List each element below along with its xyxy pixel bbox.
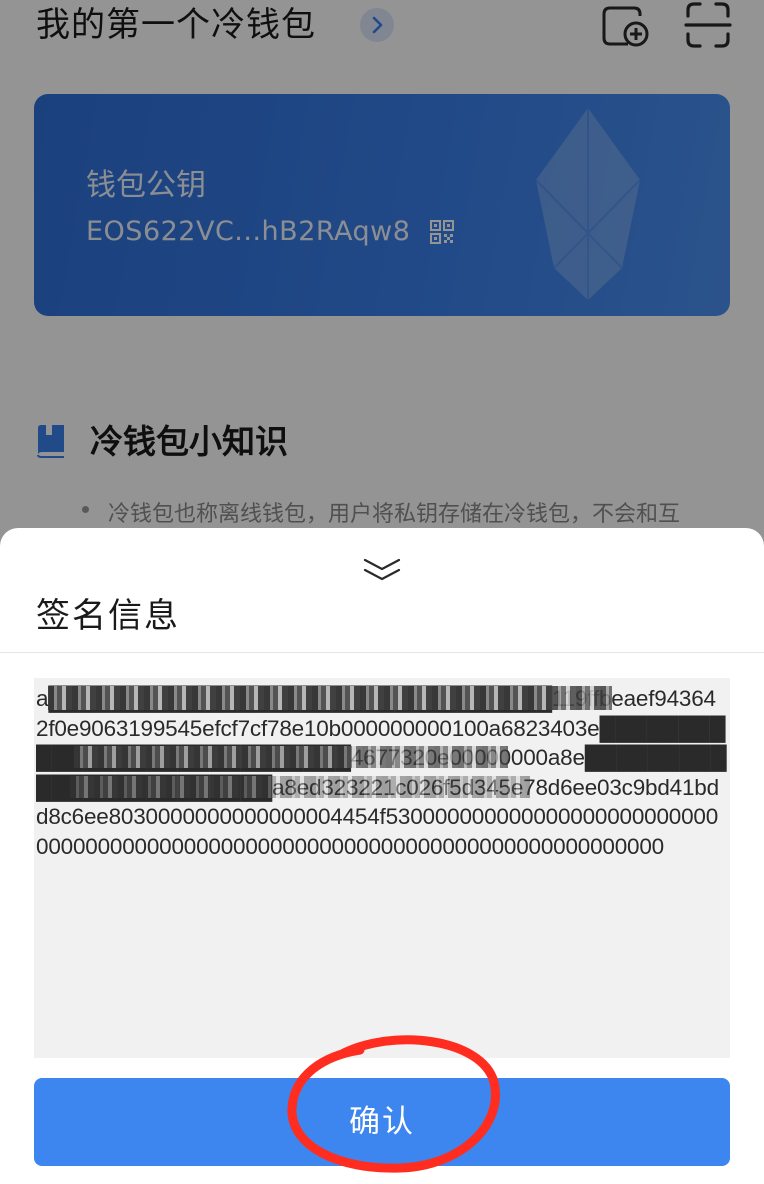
sheet-title: 签名信息	[36, 596, 180, 636]
signature-text: a████████████████████████████████119ffbe…	[36, 686, 727, 859]
confirm-button[interactable]: 确认	[34, 1078, 730, 1166]
divider	[0, 652, 764, 653]
collapse-chevron-icon[interactable]	[362, 556, 402, 586]
redacted-block	[70, 776, 530, 798]
redacted-block	[74, 746, 508, 768]
signature-sheet: 签名信息 a████████████████████████████████11…	[0, 528, 764, 1184]
screen: 我的第一个冷钱包 钱包公钥 EOS622VC...hB2RAqw8 冷钱包小知识…	[0, 0, 764, 1184]
signature-textbox[interactable]: a████████████████████████████████119ffbe…	[34, 678, 730, 1058]
redacted-block	[48, 686, 612, 710]
